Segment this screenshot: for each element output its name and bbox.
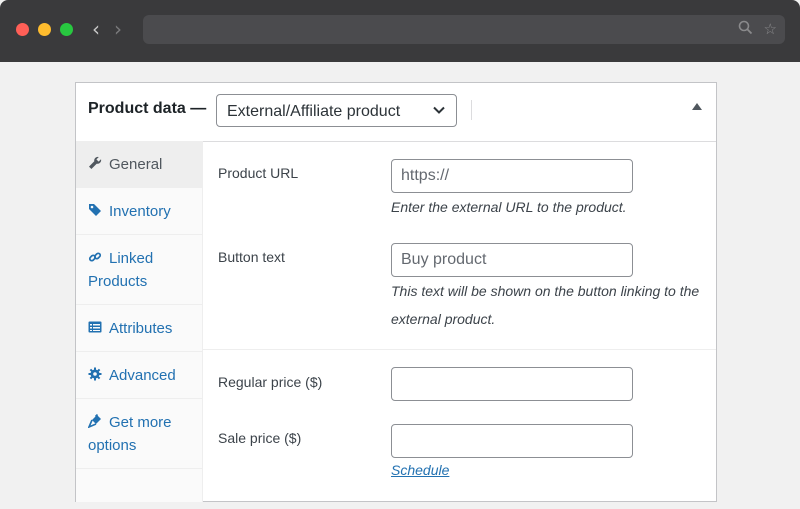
search-icon[interactable] [738, 20, 753, 39]
product-type-select[interactable]: External/Affiliate product [216, 94, 457, 127]
tab-get-more-options[interactable]: Get more options [76, 399, 203, 469]
tab-linked-products[interactable]: Linked Products [76, 235, 203, 305]
sale-price-input[interactable] [391, 424, 633, 458]
minimize-window-button[interactable] [38, 23, 51, 36]
tab-label: Advanced [109, 367, 176, 384]
general-options-panel: Product URL Enter the external URL to th… [203, 141, 716, 502]
regular-price-label: Regular price ($) [218, 374, 323, 390]
header-separator [471, 100, 472, 120]
chevron-down-icon [433, 106, 445, 114]
tab-advanced[interactable]: Advanced [76, 352, 203, 399]
button-text-description: This text will be shown on the button li… [391, 283, 700, 327]
list-table-icon [88, 320, 104, 334]
browser-chrome: ‹ › ☆ [0, 0, 800, 62]
tab-general[interactable]: General [76, 141, 203, 188]
regular-price-input[interactable] [391, 367, 633, 401]
address-bar[interactable]: ☆ [143, 15, 785, 44]
gear-icon [88, 367, 104, 381]
star-icon[interactable]: ☆ [764, 20, 777, 38]
panel-title: Product data — [88, 100, 207, 117]
chevron-right-icon[interactable]: › [114, 18, 122, 40]
panel-header: Product data — External/Affiliate produc… [76, 83, 716, 142]
product-url-description: Enter the external URL to the product. [391, 199, 627, 215]
product-url-label: Product URL [218, 165, 299, 181]
plugin-icon [88, 414, 104, 428]
tag-icon [88, 203, 104, 217]
product-type-value: External/Affiliate product [227, 103, 401, 120]
link-icon [88, 250, 104, 264]
tab-attributes[interactable]: Attributes [76, 305, 203, 352]
close-window-button[interactable] [16, 23, 29, 36]
button-text-input[interactable] [391, 243, 633, 277]
section-divider [203, 349, 716, 350]
product-data-tabs: General Inventory Linked Products Attrib… [76, 141, 203, 502]
chevron-left-icon[interactable]: ‹ [92, 18, 100, 40]
tab-label: Attributes [109, 320, 173, 337]
schedule-link[interactable]: Schedule [391, 462, 449, 478]
tab-label: General [109, 156, 163, 173]
collapse-arrow-icon[interactable] [692, 103, 702, 110]
sale-price-label: Sale price ($) [218, 430, 302, 446]
button-text-label: Button text [218, 249, 285, 265]
wrench-icon [88, 156, 104, 170]
maximize-window-button[interactable] [60, 23, 73, 36]
product-url-input[interactable] [391, 159, 633, 193]
product-data-panel: Product data — External/Affiliate produc… [75, 82, 717, 502]
tab-label: Inventory [109, 203, 171, 220]
tab-inventory[interactable]: Inventory [76, 188, 203, 235]
